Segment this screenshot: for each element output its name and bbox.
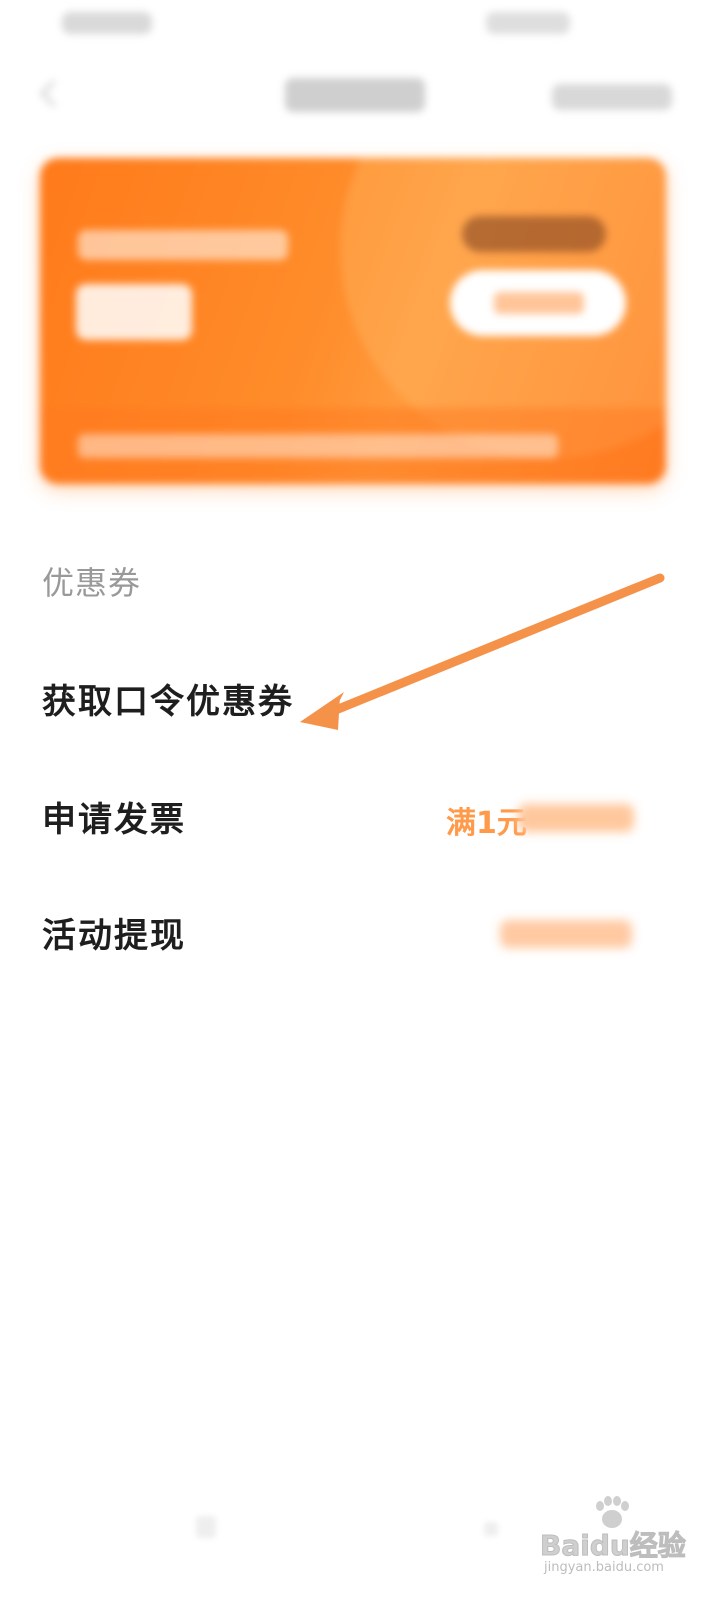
balance-card	[40, 158, 666, 484]
balance-label	[78, 230, 288, 260]
system-back-icon[interactable]	[196, 1516, 216, 1538]
invoice-threshold-suffix	[518, 804, 634, 832]
balance-card-footer-text	[78, 434, 558, 458]
section-header-coupons: 优惠券	[42, 564, 142, 602]
balance-badge[interactable]	[462, 216, 606, 252]
watermark-url: jingyan.baidu.com	[544, 1560, 664, 1575]
menu-item-label: 申请发票	[42, 800, 186, 840]
menu-item-apply-invoice[interactable]: 申请发票 满1元	[0, 776, 720, 856]
status-bar-right-info	[486, 12, 570, 34]
balance-card-footer[interactable]	[40, 408, 666, 484]
invoice-threshold-value: 满1元	[446, 806, 527, 841]
menu-item-get-code-coupon[interactable]: 获取口令优惠券	[0, 658, 720, 738]
nav-bar	[0, 60, 720, 132]
recharge-button[interactable]	[450, 270, 626, 336]
status-bar-left-info	[62, 12, 152, 34]
recharge-button-label	[494, 292, 584, 314]
menu-item-activity-withdraw[interactable]: 活动提现	[0, 892, 720, 972]
menu-item-label: 获取口令优惠券	[42, 682, 294, 722]
menu-item-label: 活动提现	[42, 916, 186, 956]
watermark-brand: Baidu经验	[540, 1529, 687, 1563]
chevron-left-icon[interactable]	[40, 80, 67, 107]
balance-amount	[76, 284, 192, 340]
withdraw-status-value	[500, 920, 632, 948]
watermark: Baidu经验 jingyan.baidu.com	[540, 1496, 690, 1576]
status-bar	[0, 0, 720, 48]
nav-right-action[interactable]	[552, 84, 672, 110]
page-title	[285, 78, 425, 112]
system-recent-icon[interactable]	[484, 1522, 498, 1536]
